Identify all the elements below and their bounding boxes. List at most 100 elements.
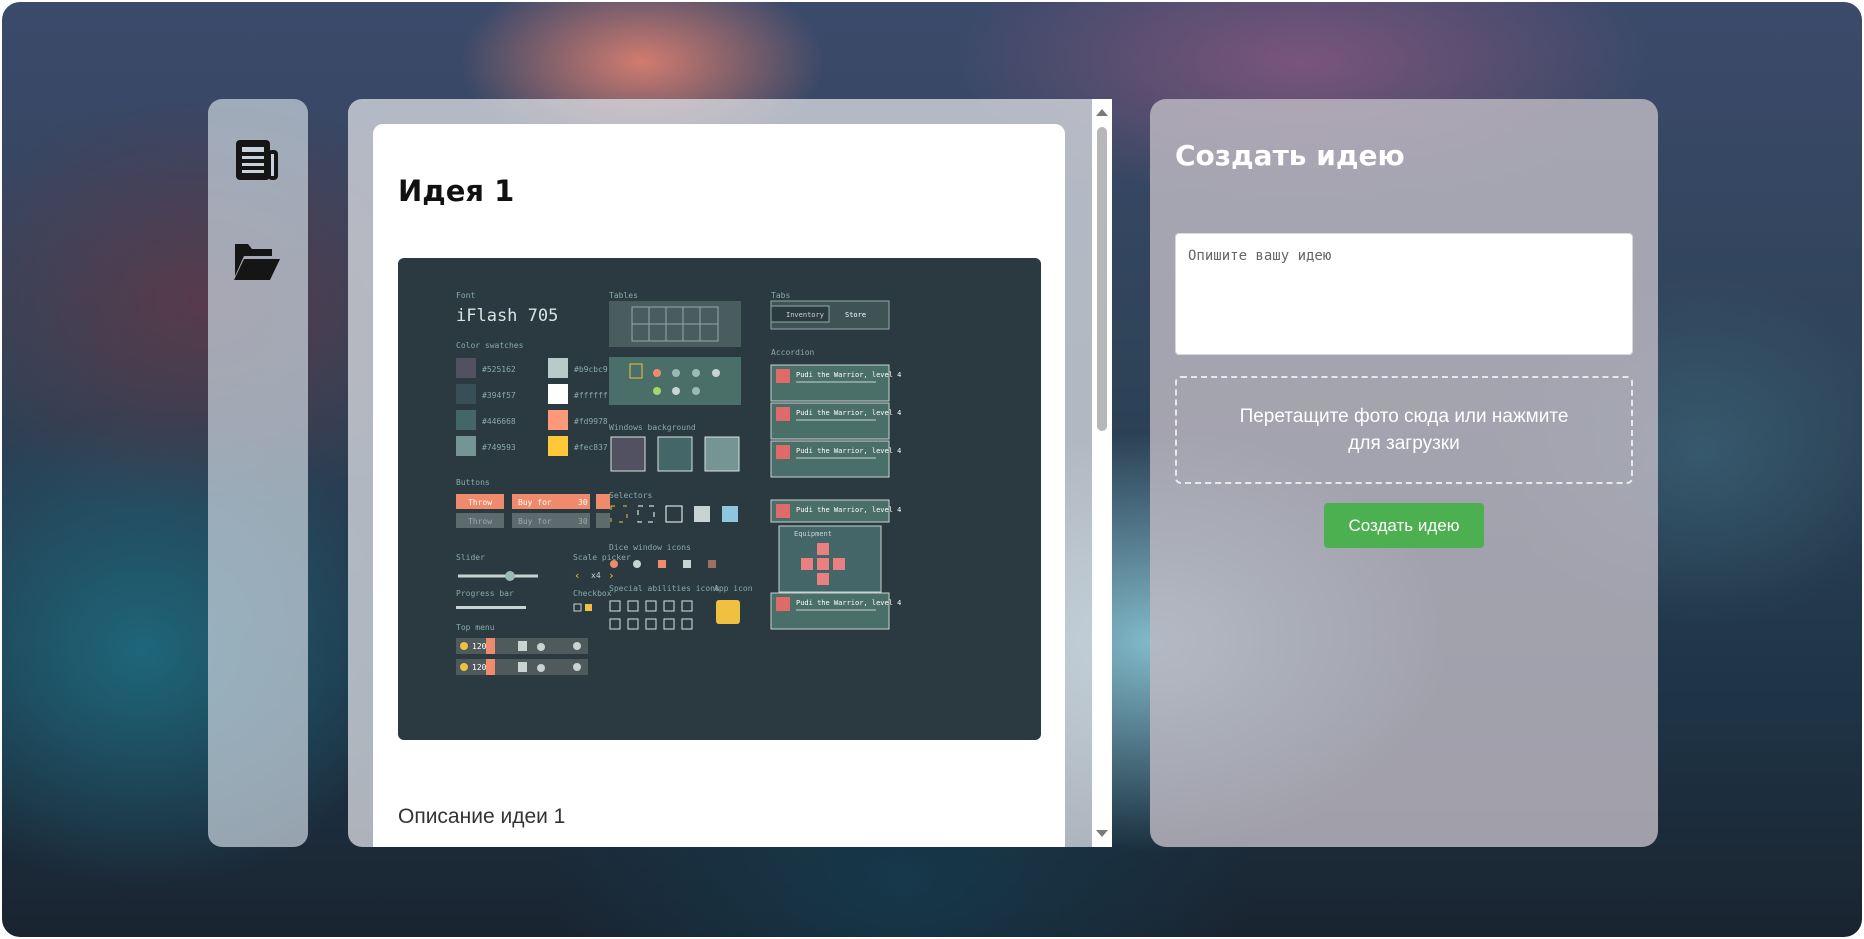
gear-icon <box>573 642 581 650</box>
potion-icon-b <box>672 369 680 377</box>
selector-4 <box>694 506 710 522</box>
equip-slot-3 <box>817 558 829 570</box>
checkbox-label: Checkbox <box>573 589 612 598</box>
potion-icon-c <box>692 369 700 377</box>
tables-label: Tables <box>609 291 638 300</box>
swatch-2 <box>548 358 568 378</box>
swatch-2-hex: #b9cbc9 <box>574 365 608 374</box>
swatch-3-hex: #394f57 <box>482 391 516 400</box>
equip-slot-5 <box>817 573 829 585</box>
swatches-label: Color swatches <box>456 341 524 350</box>
top-menu-label: Top menu <box>456 623 495 632</box>
swatch-5 <box>456 410 476 430</box>
swatch-8 <box>548 436 568 456</box>
dice-icon-4 <box>683 560 691 568</box>
swatch-6-hex: #fd9978 <box>574 417 608 426</box>
scroll-icon-2 <box>518 662 527 672</box>
scale-left-icon: ‹ <box>574 569 581 582</box>
app-background: Идея 1 Font iFlash 705 Color swatches #5… <box>2 2 1862 937</box>
scale-picker-label: Scale picker <box>573 553 631 562</box>
scroll-up-icon[interactable] <box>1096 109 1108 116</box>
scale-value: x4 <box>591 571 601 580</box>
tab-store-label: Store <box>845 311 866 319</box>
swatch-1 <box>456 358 476 378</box>
checkbox-empty <box>573 603 582 612</box>
idea-description: Описание идеи 1 <box>398 805 566 828</box>
dice-icon-3 <box>658 560 666 568</box>
progress-label: Progress bar <box>456 589 514 598</box>
coin-icon <box>460 642 468 650</box>
accordion-item-3-label: Pudi the Warrior, level 4 <box>796 447 901 455</box>
table-sample-2 <box>609 357 741 405</box>
warrior-avatar-2 <box>776 407 790 421</box>
buy-price: 30 <box>578 498 588 507</box>
swatch-6 <box>548 410 568 430</box>
potion-icon-2 <box>537 664 545 672</box>
throw-label-disabled: Throw <box>468 517 492 526</box>
font-name: iFlash 705 <box>456 306 558 326</box>
selectors-label: Selectors <box>609 491 653 500</box>
swatch-7 <box>456 436 476 456</box>
swatch-4-hex: #ffffff <box>574 391 608 400</box>
warrior-avatar-4 <box>776 504 790 518</box>
newspaper-icon[interactable] <box>232 135 282 185</box>
accordion-item-5-label: Pudi the Warrior, level 4 <box>796 599 901 607</box>
special-abilities-label: Special abilities icons <box>609 584 720 593</box>
window-bg-2 <box>657 436 693 472</box>
photo-dropzone[interactable]: Перетащите фото сюда или нажмите для заг… <box>1175 376 1633 484</box>
scroll-icon <box>518 641 527 651</box>
bookmark-icon <box>486 638 495 654</box>
accordion-item-4-label: Pudi the Warrior, level 4 <box>796 506 901 514</box>
potion-icon-a <box>653 369 661 377</box>
app-icon-label: App icon <box>714 584 753 593</box>
potion-icon-g <box>692 387 700 395</box>
scrollbar-thumb[interactable] <box>1097 127 1107 431</box>
warrior-avatar-1 <box>776 369 790 383</box>
swatch-7-hex: #749593 <box>482 443 516 452</box>
folder-open-icon[interactable] <box>232 235 282 285</box>
potion-icon-f <box>672 387 680 395</box>
swatch-3 <box>456 384 476 404</box>
slider-thumb <box>505 571 515 581</box>
idea-description-input[interactable] <box>1175 233 1633 355</box>
selector-2 <box>637 505 655 523</box>
create-idea-title: Создать идею <box>1175 139 1405 172</box>
selector-5 <box>722 506 738 522</box>
ideas-feed[interactable]: Идея 1 Font iFlash 705 Color swatches #5… <box>348 99 1112 847</box>
gear-icon-2 <box>573 663 581 671</box>
swatch-5-hex: #446668 <box>482 417 516 426</box>
idea-image: Font iFlash 705 Color swatches #525162 #… <box>398 258 1041 740</box>
selector-1 <box>610 505 628 523</box>
accordion-item-1-label: Pudi the Warrior, level 4 <box>796 371 901 379</box>
checkbox-checked <box>585 604 592 611</box>
progress-fill <box>456 606 526 609</box>
window-bg-3 <box>704 436 740 472</box>
font-section-label: Font <box>456 291 475 300</box>
potion-icon-d <box>712 369 720 377</box>
bookmark-icon-2 <box>486 659 495 675</box>
equipment-label: Equipment <box>794 530 832 538</box>
app-icon <box>716 600 740 624</box>
idea-card: Идея 1 Font iFlash 705 Color swatches #5… <box>373 124 1065 847</box>
dice-icon-5 <box>708 560 716 568</box>
dropzone-text: Перетащите фото сюда или нажмите для заг… <box>1239 406 1569 454</box>
throw-label: Throw <box>468 498 492 507</box>
coin-icon-2 <box>460 663 468 671</box>
buy-price-disabled: 30 <box>578 517 588 526</box>
buttons-label: Buttons <box>456 478 490 487</box>
accordion-label: Accordion <box>771 348 815 357</box>
warrior-avatar-3 <box>776 445 790 459</box>
equip-slot-1 <box>817 543 829 555</box>
dice-icons-label: Dice window icons <box>609 543 691 552</box>
feed-scrollbar[interactable] <box>1092 99 1112 847</box>
accordion-item-2-label: Pudi the Warrior, level 4 <box>796 409 901 417</box>
windows-bg-label: Windows background <box>609 423 696 432</box>
create-idea-button[interactable]: Создать идею <box>1324 503 1484 548</box>
top-menu-value-2: 120 <box>472 663 487 672</box>
buy-label-disabled: Buy for <box>518 517 552 526</box>
buy-label: Buy for <box>518 498 552 507</box>
share-icon <box>596 494 610 509</box>
window-bg-1 <box>610 436 646 472</box>
dice-icon-1 <box>610 560 618 568</box>
scroll-down-icon[interactable] <box>1096 830 1108 837</box>
